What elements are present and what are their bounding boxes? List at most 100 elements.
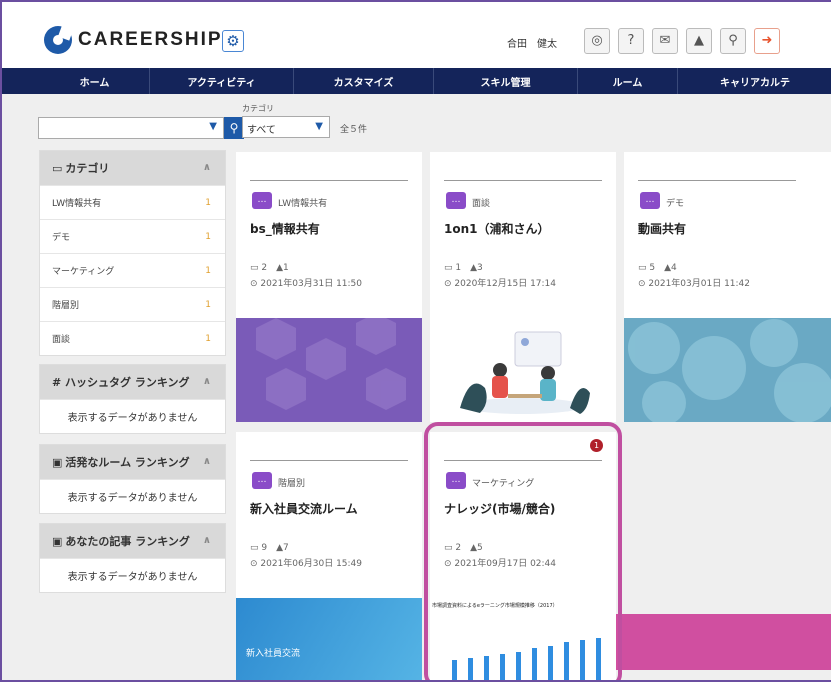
help-icon[interactable]: ?	[618, 28, 644, 54]
logo-mark-icon	[44, 26, 72, 54]
category-select[interactable]: すべて ▼	[242, 116, 330, 138]
room-title: 動画共有	[638, 222, 687, 236]
room-category: 階層別	[278, 479, 306, 489]
member-count: 1	[283, 263, 289, 273]
member-count: 5	[477, 543, 483, 553]
app-window: CAREERSHIP ⚙ 合田 健太 ◎ ? ✉ ▲ ⚲ ➜ ホーム アクティビ…	[0, 0, 831, 682]
room-date: ⊙ 2021年03月01日 11:42	[638, 279, 751, 289]
category-item[interactable]: 階層別 1	[40, 287, 225, 321]
room-icon: ▣	[52, 534, 63, 548]
annotation-arrow-bar	[616, 614, 831, 670]
empty-message: 表示するデータがありません	[40, 558, 225, 592]
category-panel: ▭ カテゴリ ∧ LW情報共有 1 デモ 1 マーケティング 1 階層別 1 面談 1	[39, 150, 226, 356]
room-thumbnail-bar-chart: 市場調査資料によるeラーニング市場規模推移（2017）	[430, 598, 616, 680]
room-date: ⊙ 2021年06月30日 15:49	[250, 559, 363, 569]
room-stats: ▭ 2 ▲5	[444, 543, 483, 553]
logo-text: CAREERSHIP	[78, 29, 223, 50]
doc-count: 2	[261, 263, 268, 273]
thumbnail-caption: 市場調査資料によるeラーニング市場規模推移（2017）	[432, 603, 558, 609]
category-item-label: 面談	[52, 335, 71, 345]
room-card[interactable]: … 階層別 新入社員交流ルーム ▭ 9 ▲7 ⊙ 2021年06月30日 15:…	[236, 432, 422, 680]
category-item[interactable]: デモ 1	[40, 219, 225, 253]
category-item-label: 階層別	[52, 301, 80, 311]
room-thumbnail-hexagon	[236, 318, 422, 422]
nav-home[interactable]: ホーム	[2, 68, 150, 94]
room-stats: ▭ 9 ▲7	[250, 543, 289, 553]
nav-customize[interactable]: カスタマイズ	[294, 68, 434, 94]
category-item-count: 1	[205, 265, 211, 276]
badge-icon[interactable]: ◎	[584, 28, 610, 54]
nav-skill[interactable]: スキル管理	[434, 68, 578, 94]
search-icon[interactable]: ⚲	[720, 28, 746, 54]
category-item-label: LW情報共有	[52, 199, 102, 209]
main-nav: ホーム アクティビティ カスタマイズ スキル管理 ルーム キャリアカルテ	[2, 68, 831, 94]
settings-gear-icon[interactable]: ⚙	[222, 30, 244, 52]
category-select-value: すべて	[247, 125, 276, 136]
careership-logo[interactable]: CAREERSHIP	[44, 26, 223, 54]
room-stats: ▭ 1 ▲3	[444, 263, 483, 273]
mail-icon[interactable]: ✉	[652, 28, 678, 54]
room-date-text: 2021年03月01日 11:42	[648, 279, 751, 289]
result-count: 全５件	[340, 125, 368, 135]
hashtag-ranking-panel: # ハッシュタグ ランキング ∧ 表示するデータがありません	[39, 364, 226, 434]
category-item-count: 1	[205, 231, 211, 242]
room-date: ⊙ 2021年09月17日 02:44	[444, 559, 557, 569]
chevron-up-icon: ∧	[202, 162, 211, 173]
divider	[250, 180, 408, 181]
category-item[interactable]: 面談 1	[40, 321, 225, 355]
your-article-ranking-header[interactable]: ▣ あなたの記事 ランキング ∧	[40, 524, 225, 558]
category-item[interactable]: LW情報共有 1	[40, 185, 225, 219]
nav-career[interactable]: キャリアカルテ	[678, 68, 831, 94]
chevron-up-icon: ∧	[202, 456, 211, 467]
profile-icon[interactable]: ▲	[686, 28, 712, 54]
chevron-down-icon: ▼	[315, 121, 323, 132]
chevron-up-icon: ∧	[202, 376, 211, 387]
search-select[interactable]: ▼	[38, 117, 224, 139]
empty-message: 表示するデータがありません	[40, 399, 225, 433]
room-card[interactable]: … デモ 動画共有 ▭ 5 ▲4 ⊙ 2021年03月01日 11:42	[624, 152, 831, 422]
chat-bubble-icon: …	[252, 472, 272, 489]
category-item[interactable]: マーケティング 1	[40, 253, 225, 287]
thumbnail-bars	[452, 638, 601, 680]
room-icon: ▣	[52, 455, 63, 469]
nav-activity[interactable]: アクティビティ	[150, 68, 294, 94]
top-bar: CAREERSHIP ⚙ 合田 健太 ◎ ? ✉ ▲ ⚲ ➜	[2, 2, 831, 68]
room-date: ⊙ 2021年03月31日 11:50	[250, 279, 363, 289]
notification-badge: 1	[590, 439, 603, 452]
room-title: 新入社員交流ルーム	[250, 502, 358, 516]
active-room-ranking-header[interactable]: ▣ 活発なルーム ランキング ∧	[40, 445, 225, 479]
room-category: LW情報共有	[278, 199, 328, 209]
chat-bubble-icon: …	[640, 192, 660, 209]
hashtag-ranking-header[interactable]: # ハッシュタグ ランキング ∧	[40, 365, 225, 399]
category-item-count: 1	[205, 333, 211, 344]
room-thumbnail-bubbles	[624, 318, 831, 422]
category-panel-header[interactable]: ▭ カテゴリ ∧	[40, 151, 225, 185]
logout-icon[interactable]: ➜	[754, 28, 780, 54]
room-card[interactable]: … LW情報共有 bs_情報共有 ▭ 2 ▲1 ⊙ 2021年03月31日 11…	[236, 152, 422, 422]
category-item-label: デモ	[52, 233, 71, 243]
folder-icon: ▭	[52, 161, 63, 175]
member-count: 3	[477, 263, 483, 273]
chat-bubble-icon: …	[446, 192, 466, 209]
room-date-text: 2021年06月30日 15:49	[260, 559, 363, 569]
room-card[interactable]: 1 … マーケティング ナレッジ(市場/競合) ▭ 2 ▲5 ⊙ 2021年09…	[430, 432, 616, 680]
room-thumbnail-meeting-illustration	[430, 318, 616, 422]
search-button[interactable]: ⚲	[224, 117, 244, 139]
room-card[interactable]: … 面談 1on1（浦和さん） ▭ 1 ▲3 ⊙ 2020年12月15日 17:…	[430, 152, 616, 422]
empty-message: 表示するデータがありません	[40, 479, 225, 513]
chat-bubble-icon: …	[252, 192, 272, 209]
main-content: ▼ ⚲ カテゴリ すべて ▼ 全５件 ▭ カテゴリ ∧ LW情報共有 1 デモ 1 …	[2, 94, 831, 680]
divider	[444, 180, 602, 181]
room-thumbnail-blue: 新入社員交流	[236, 598, 422, 680]
room-category: マーケティング	[472, 479, 535, 489]
member-count: 7	[283, 543, 289, 553]
panel-title: あなたの記事 ランキング	[65, 535, 190, 548]
active-room-ranking-panel: ▣ 活発なルーム ランキング ∧ 表示するデータがありません	[39, 444, 226, 514]
category-item-label: マーケティング	[52, 267, 115, 277]
room-title: bs_情報共有	[250, 222, 320, 236]
category-item-count: 1	[205, 299, 211, 310]
divider	[444, 460, 602, 461]
room-title: ナレッジ(市場/競合)	[444, 502, 556, 516]
room-category: 面談	[472, 199, 491, 209]
nav-room[interactable]: ルーム	[578, 68, 678, 94]
